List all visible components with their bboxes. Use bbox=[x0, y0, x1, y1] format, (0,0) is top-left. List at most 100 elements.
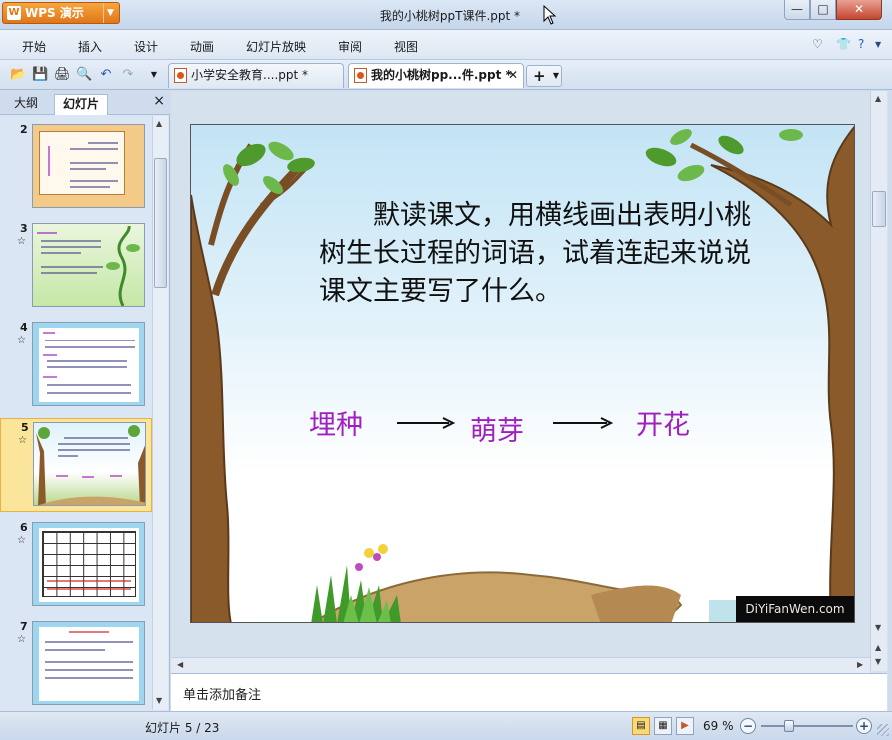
menu-animation[interactable]: 动画 bbox=[190, 38, 214, 55]
stage-label-bury-seed[interactable]: 埋种 bbox=[309, 403, 363, 442]
menu-design[interactable]: 设计 bbox=[134, 38, 158, 55]
animation-star-icon: ☆ bbox=[17, 634, 26, 645]
slides-panel: 大纲 幻灯片 × 2 3 ☆ 4 ☆ 5 ☆ 6 ☆ 7 ☆ ▲ ▼ bbox=[0, 91, 170, 711]
notes-pane[interactable]: 单击添加备注 bbox=[171, 673, 887, 711]
tab-outline[interactable]: 大纲 bbox=[6, 94, 46, 115]
close-tab-icon[interactable]: ✕ bbox=[508, 64, 518, 86]
zoom-slider-track[interactable] bbox=[761, 725, 853, 727]
wps-app-menu-button[interactable]: W WPS 演示 ▼ bbox=[2, 2, 120, 24]
new-tab-button[interactable]: + ▼ bbox=[526, 65, 562, 87]
zoom-level: 69 % bbox=[703, 719, 734, 733]
next-slide-icon[interactable]: ▼ bbox=[875, 657, 881, 666]
zoom-out-button[interactable]: − bbox=[740, 718, 756, 734]
zoom-in-button[interactable]: + bbox=[856, 718, 872, 734]
panel-tabs: 大纲 幻灯片 × bbox=[0, 91, 170, 115]
slide-editor-area: 默读课文，用横线画出表明小桃树生长过程的词语，试着连起来说说课文主要写了什么。 … bbox=[171, 91, 888, 711]
editor-vertical-scrollbar[interactable]: ▲ ▼ ▲ ▼ bbox=[870, 91, 887, 671]
slide-preview bbox=[32, 621, 145, 705]
chevron-down-icon[interactable]: ♡ bbox=[812, 37, 823, 51]
slideshow-view-icon[interactable]: ▶ bbox=[676, 717, 694, 735]
toolbar-dropdown-icon[interactable]: ▼ bbox=[146, 67, 162, 83]
redo-icon[interactable]: ↷ bbox=[120, 67, 136, 83]
resize-grip-icon[interactable] bbox=[877, 724, 889, 736]
shirt-icon[interactable]: 👕 bbox=[836, 37, 851, 51]
slide-number: 6 bbox=[20, 521, 28, 534]
slide-thumbnail-6[interactable]: 6 ☆ bbox=[0, 519, 152, 613]
quick-access-toolbar: 📂 💾 🖨 🔍 ↶ ↷ ▼ 小学安全教育....ppt * 我的小桃树pp...… bbox=[0, 60, 892, 90]
close-button[interactable]: ✕ bbox=[836, 0, 882, 20]
title-bar: W WPS 演示 ▼ 我的小桃树ppT课件.ppt * — □ ✕ bbox=[0, 0, 892, 30]
watermark-logo: DiYiFanWen.com bbox=[736, 596, 854, 622]
scrollbar-thumb[interactable] bbox=[154, 158, 167, 288]
slide-thumbnail-7[interactable]: 7 ☆ bbox=[0, 618, 152, 712]
slide-thumbnail-3[interactable]: 3 ☆ bbox=[0, 220, 152, 314]
scroll-left-icon[interactable]: ◀ bbox=[177, 660, 183, 669]
menu-view[interactable]: 视图 bbox=[394, 38, 418, 55]
open-folder-icon[interactable]: 📂 bbox=[10, 67, 26, 83]
tab-label: 小学安全教育....ppt * bbox=[191, 68, 309, 82]
slide-number: 4 bbox=[20, 321, 28, 334]
slide-thumbnail-4[interactable]: 4 ☆ bbox=[0, 319, 152, 413]
save-icon[interactable]: 💾 bbox=[32, 67, 48, 83]
slide-preview bbox=[32, 124, 145, 208]
slide-preview bbox=[32, 322, 145, 406]
slides-panel-scrollbar[interactable]: ▲ ▼ bbox=[152, 116, 168, 710]
chevron-down-icon[interactable]: ▼ bbox=[103, 3, 117, 23]
print-icon[interactable]: 🖨 bbox=[54, 67, 71, 83]
stage-label-sprout[interactable]: 萌芽 bbox=[470, 409, 524, 448]
maximize-button[interactable]: □ bbox=[810, 0, 836, 20]
current-slide[interactable]: 默读课文，用横线画出表明小桃树生长过程的词语，试着连起来说说课文主要写了什么。 … bbox=[190, 124, 855, 623]
undo-icon[interactable]: ↶ bbox=[98, 67, 114, 83]
ppt-file-icon bbox=[174, 68, 187, 83]
slide-preview bbox=[32, 223, 145, 307]
slide-number: 3 bbox=[20, 222, 28, 235]
previous-slide-icon[interactable]: ▲ bbox=[875, 643, 881, 652]
close-panel-icon[interactable]: × bbox=[153, 93, 165, 109]
normal-view-icon[interactable]: ▤ bbox=[632, 717, 650, 735]
wps-logo-icon: W bbox=[7, 6, 21, 20]
ribbon-menu-bar: 开始 插入 设计 动画 幻灯片放映 审阅 视图 ♡ 👕 ? ▼ bbox=[0, 30, 892, 60]
watermark-box bbox=[709, 600, 737, 622]
menu-insert[interactable]: 插入 bbox=[78, 38, 102, 55]
slide-number: 5 bbox=[21, 421, 29, 434]
slide-thumbnail-5[interactable]: 5 ☆ bbox=[0, 418, 152, 512]
scroll-up-icon[interactable]: ▲ bbox=[156, 119, 162, 128]
help-dropdown-icon[interactable]: ▼ bbox=[875, 40, 881, 49]
wps-app-label: WPS 演示 bbox=[25, 6, 84, 20]
tab-document-safety[interactable]: 小学安全教育....ppt * bbox=[168, 63, 344, 88]
status-bar: 幻灯片 5 / 23 ▤ ▦ ▶ 69 % − + bbox=[0, 711, 892, 740]
slide-sorter-view-icon[interactable]: ▦ bbox=[654, 717, 672, 735]
chevron-down-icon[interactable]: ▼ bbox=[553, 66, 559, 86]
help-icon[interactable]: ? bbox=[858, 37, 864, 51]
slide-number: 7 bbox=[20, 620, 28, 633]
stage-label-bloom[interactable]: 开花 bbox=[636, 403, 690, 442]
slide-number: 2 bbox=[20, 123, 28, 136]
tab-label: 我的小桃树pp...件.ppt * bbox=[371, 68, 512, 82]
scroll-down-icon[interactable]: ▼ bbox=[156, 696, 162, 705]
slide-position-indicator: 幻灯片 5 / 23 bbox=[145, 721, 220, 735]
animation-star-icon: ☆ bbox=[17, 236, 26, 247]
ppt-file-icon bbox=[354, 68, 367, 83]
print-preview-icon[interactable]: 🔍 bbox=[76, 67, 92, 83]
slide-preview bbox=[33, 422, 146, 506]
menu-review[interactable]: 审阅 bbox=[338, 38, 362, 55]
slide-body-text[interactable]: 默读课文，用横线画出表明小桃树生长过程的词语，试着连起来说说课文主要写了什么。 bbox=[319, 197, 755, 311]
menu-home[interactable]: 开始 bbox=[22, 38, 46, 55]
zoom-slider-thumb[interactable] bbox=[784, 720, 794, 732]
scroll-right-icon[interactable]: ▶ bbox=[857, 660, 863, 669]
minimize-button[interactable]: — bbox=[784, 0, 810, 20]
tab-document-peach-tree[interactable]: 我的小桃树pp...件.ppt * ✕ bbox=[348, 63, 524, 88]
slide-preview bbox=[32, 522, 145, 606]
notes-placeholder[interactable]: 单击添加备注 bbox=[183, 684, 261, 703]
scroll-up-icon[interactable]: ▲ bbox=[875, 94, 881, 103]
mouse-cursor-icon bbox=[543, 5, 557, 25]
editor-horizontal-scrollbar[interactable]: ◀ ▶ bbox=[171, 657, 870, 673]
menu-slideshow[interactable]: 幻灯片放映 bbox=[246, 38, 306, 55]
plus-icon: + bbox=[533, 67, 546, 85]
scroll-down-icon[interactable]: ▼ bbox=[875, 623, 881, 632]
scrollbar-thumb[interactable] bbox=[872, 191, 886, 227]
animation-star-icon: ☆ bbox=[18, 435, 27, 446]
animation-star-icon: ☆ bbox=[17, 335, 26, 346]
tab-slides[interactable]: 幻灯片 bbox=[54, 94, 109, 115]
slide-thumbnail-2[interactable]: 2 bbox=[0, 121, 152, 215]
